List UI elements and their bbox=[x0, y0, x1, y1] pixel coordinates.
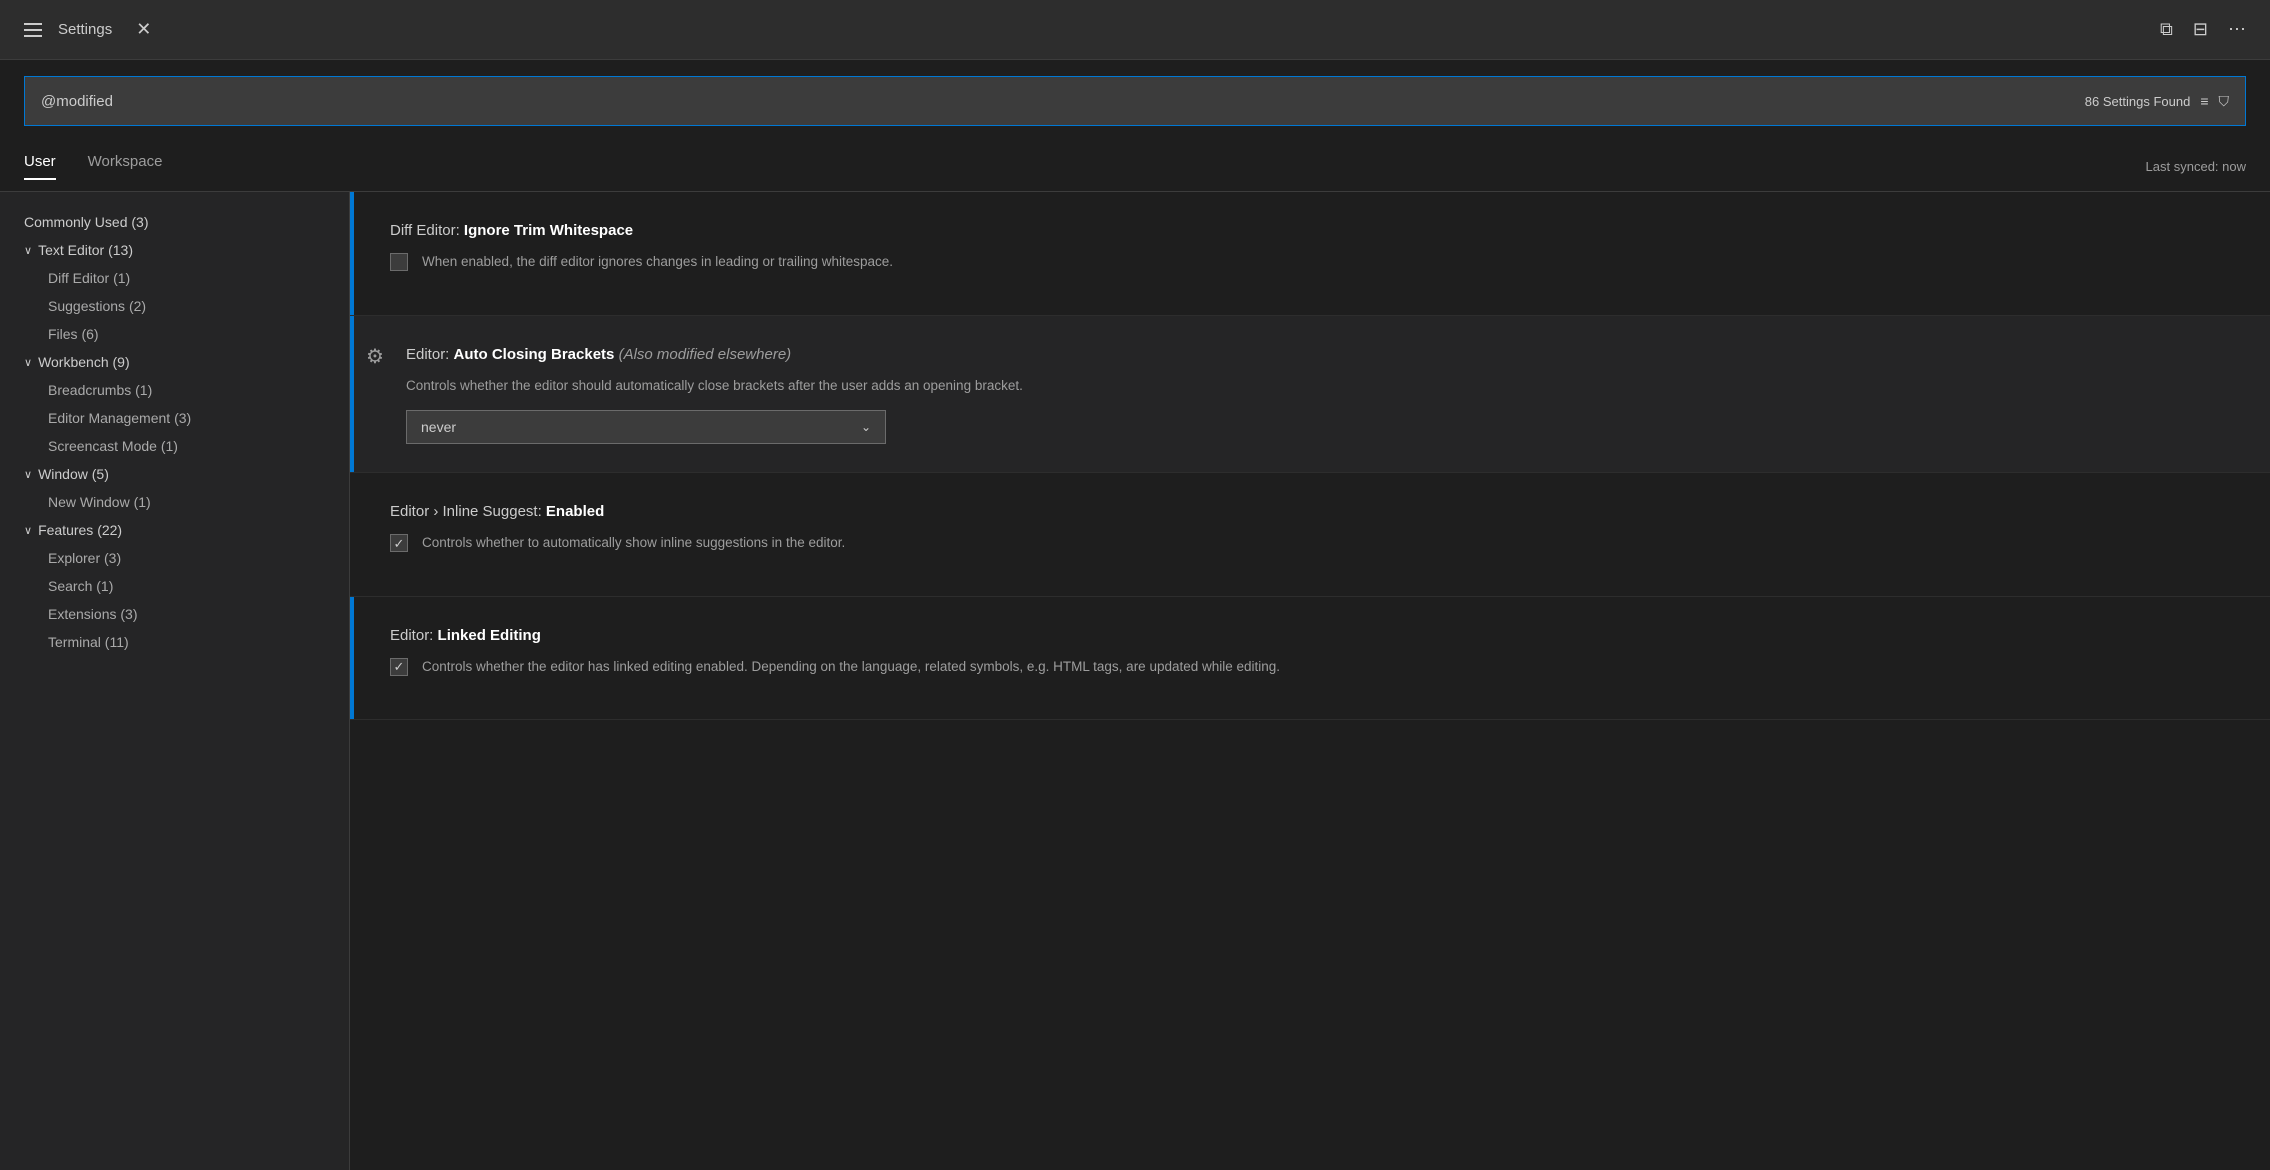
sidebar-item-new-window[interactable]: New Window (1) bbox=[0, 488, 349, 516]
setting-checkbox-1[interactable] bbox=[390, 253, 408, 271]
setting-bold-2: Auto Closing Brackets bbox=[454, 346, 615, 363]
checkbox-row-4: ✓ Controls whether the editor has linked… bbox=[390, 656, 2230, 692]
search-bar: 86 Settings Found ≡ ⛉ bbox=[24, 76, 2246, 126]
setting-desc-1: When enabled, the diff editor ignores ch… bbox=[422, 251, 893, 273]
close-button[interactable]: ✕ bbox=[128, 15, 159, 44]
sidebar-item-editor-management[interactable]: Editor Management (3) bbox=[0, 404, 349, 432]
title-right: ⧉ ⊟ ⋯ bbox=[2160, 19, 2246, 40]
sidebar-label-screencast-mode: Screencast Mode (1) bbox=[48, 438, 178, 454]
dropdown-value: never bbox=[421, 419, 456, 435]
setting-bold-3: Enabled bbox=[546, 503, 604, 520]
title-bar: Settings ✕ ⧉ ⊟ ⋯ bbox=[0, 0, 2270, 60]
sidebar-label-search: Search (1) bbox=[48, 578, 113, 594]
setting-prefix-2: Editor: bbox=[406, 346, 454, 363]
toggle-panel-icon[interactable]: ⊟ bbox=[2193, 19, 2208, 40]
sidebar-label-features: Features (22) bbox=[38, 522, 122, 538]
sidebar-label-editor-management: Editor Management (3) bbox=[48, 410, 191, 426]
dropdown-row: never ⌄ bbox=[406, 410, 2230, 444]
setting-checkbox-4[interactable]: ✓ bbox=[390, 658, 408, 676]
checkbox-row-3: ✓ Controls whether to automatically show… bbox=[390, 532, 2230, 568]
setting-prefix-1: Diff Editor: bbox=[390, 222, 464, 239]
setting-prefix-4: Editor: bbox=[390, 627, 438, 644]
sidebar-item-breadcrumbs[interactable]: Breadcrumbs (1) bbox=[0, 376, 349, 404]
settings-content: Diff Editor: Ignore Trim Whitespace When… bbox=[350, 192, 2270, 1170]
chevron-features: ∨ bbox=[24, 524, 32, 537]
search-input[interactable] bbox=[41, 93, 2085, 110]
setting-checkbox-3[interactable]: ✓ bbox=[390, 534, 408, 552]
split-editor-icon[interactable]: ⧉ bbox=[2160, 19, 2173, 40]
setting-desc-3: Controls whether to automatically show i… bbox=[422, 532, 845, 554]
more-actions-icon[interactable]: ⋯ bbox=[2228, 19, 2246, 40]
setting-prefix-3: Editor › Inline Suggest: bbox=[390, 503, 546, 520]
page-title: Settings bbox=[58, 21, 112, 38]
title-left: Settings ✕ bbox=[24, 15, 159, 44]
sidebar-label-diff-editor: Diff Editor (1) bbox=[48, 270, 130, 286]
sidebar-label-extensions: Extensions (3) bbox=[48, 606, 137, 622]
sidebar-label-new-window: New Window (1) bbox=[48, 494, 151, 510]
sidebar-label-text-editor: Text Editor (13) bbox=[38, 242, 133, 258]
sidebar-item-suggestions[interactable]: Suggestions (2) bbox=[0, 292, 349, 320]
setting-desc-4: Controls whether the editor has linked e… bbox=[422, 656, 1280, 678]
setting-inline-suggest-enabled: Editor › Inline Suggest: Enabled ✓ Contr… bbox=[350, 473, 2270, 597]
modified-indicator-2 bbox=[350, 316, 354, 473]
modified-indicator-4 bbox=[350, 597, 354, 720]
tabs-left: User Workspace bbox=[24, 153, 162, 180]
sidebar-label-terminal: Terminal (11) bbox=[48, 634, 129, 650]
setting-bold-4: Linked Editing bbox=[438, 627, 541, 644]
sidebar-item-window[interactable]: ∨ Window (5) bbox=[0, 460, 349, 488]
tab-user[interactable]: User bbox=[24, 153, 56, 180]
results-count: 86 Settings Found bbox=[2085, 94, 2191, 109]
sidebar-item-search[interactable]: Search (1) bbox=[0, 572, 349, 600]
setting-title-3: Editor › Inline Suggest: Enabled bbox=[390, 501, 2230, 522]
checkmark-4: ✓ bbox=[394, 660, 405, 673]
setting-title-2: Editor: Auto Closing Brackets (Also modi… bbox=[406, 344, 2230, 365]
chevron-workbench: ∨ bbox=[24, 356, 32, 369]
tabs-bar: User Workspace Last synced: now bbox=[0, 142, 2270, 192]
sidebar-label-breadcrumbs: Breadcrumbs (1) bbox=[48, 382, 152, 398]
main-layout: Commonly Used (3) ∨ Text Editor (13) Dif… bbox=[0, 192, 2270, 1170]
gear-icon: ⚙ bbox=[366, 344, 384, 369]
sidebar-item-explorer[interactable]: Explorer (3) bbox=[0, 544, 349, 572]
sidebar-item-commonly-used[interactable]: Commonly Used (3) bbox=[0, 208, 349, 236]
sidebar-item-text-editor[interactable]: ∨ Text Editor (13) bbox=[0, 236, 349, 264]
sidebar-item-features[interactable]: ∨ Features (22) bbox=[0, 516, 349, 544]
sidebar-item-workbench[interactable]: ∨ Workbench (9) bbox=[0, 348, 349, 376]
filter-icon[interactable]: ⛉ bbox=[2219, 93, 2230, 110]
setting-linked-editing: Editor: Linked Editing ✓ Controls whethe… bbox=[350, 597, 2270, 721]
sidebar: Commonly Used (3) ∨ Text Editor (13) Dif… bbox=[0, 192, 350, 1170]
setting-title-4: Editor: Linked Editing bbox=[390, 625, 2230, 646]
search-count: 86 Settings Found ≡ ⛉ bbox=[2085, 93, 2229, 110]
auto-closing-brackets-dropdown[interactable]: never ⌄ bbox=[406, 410, 886, 444]
modified-indicator bbox=[350, 192, 354, 315]
sidebar-item-terminal[interactable]: Terminal (11) bbox=[0, 628, 349, 656]
checkbox-row-1: When enabled, the diff editor ignores ch… bbox=[390, 251, 2230, 287]
list-icon[interactable]: ≡ bbox=[2200, 93, 2208, 109]
sidebar-item-diff-editor[interactable]: Diff Editor (1) bbox=[0, 264, 349, 292]
sidebar-label-window: Window (5) bbox=[38, 466, 109, 482]
chevron-window: ∨ bbox=[24, 468, 32, 481]
sidebar-item-extensions[interactable]: Extensions (3) bbox=[0, 600, 349, 628]
setting-editor-auto-closing-brackets: ⚙ Editor: Auto Closing Brackets (Also mo… bbox=[350, 316, 2270, 474]
dropdown-arrow-icon: ⌄ bbox=[861, 420, 871, 434]
setting-bold-1: Ignore Trim Whitespace bbox=[464, 222, 633, 239]
setting-diff-editor-ignore-trim-whitespace: Diff Editor: Ignore Trim Whitespace When… bbox=[350, 192, 2270, 316]
sidebar-label-explorer: Explorer (3) bbox=[48, 550, 121, 566]
sidebar-label-commonly-used: Commonly Used (3) bbox=[24, 214, 148, 230]
setting-desc-2: Controls whether the editor should autom… bbox=[406, 375, 2230, 397]
checkmark-3: ✓ bbox=[394, 537, 405, 550]
setting-title-1: Diff Editor: Ignore Trim Whitespace bbox=[390, 220, 2230, 241]
sidebar-item-screencast-mode[interactable]: Screencast Mode (1) bbox=[0, 432, 349, 460]
sidebar-item-files[interactable]: Files (6) bbox=[0, 320, 349, 348]
menu-icon[interactable] bbox=[24, 23, 42, 37]
sidebar-label-suggestions: Suggestions (2) bbox=[48, 298, 146, 314]
sidebar-label-files: Files (6) bbox=[48, 326, 99, 342]
sidebar-label-workbench: Workbench (9) bbox=[38, 354, 130, 370]
tab-workspace[interactable]: Workspace bbox=[88, 153, 163, 180]
sync-status: Last synced: now bbox=[2146, 159, 2246, 174]
chevron-text-editor: ∨ bbox=[24, 244, 32, 257]
setting-also-modified: (Also modified elsewhere) bbox=[619, 346, 792, 363]
